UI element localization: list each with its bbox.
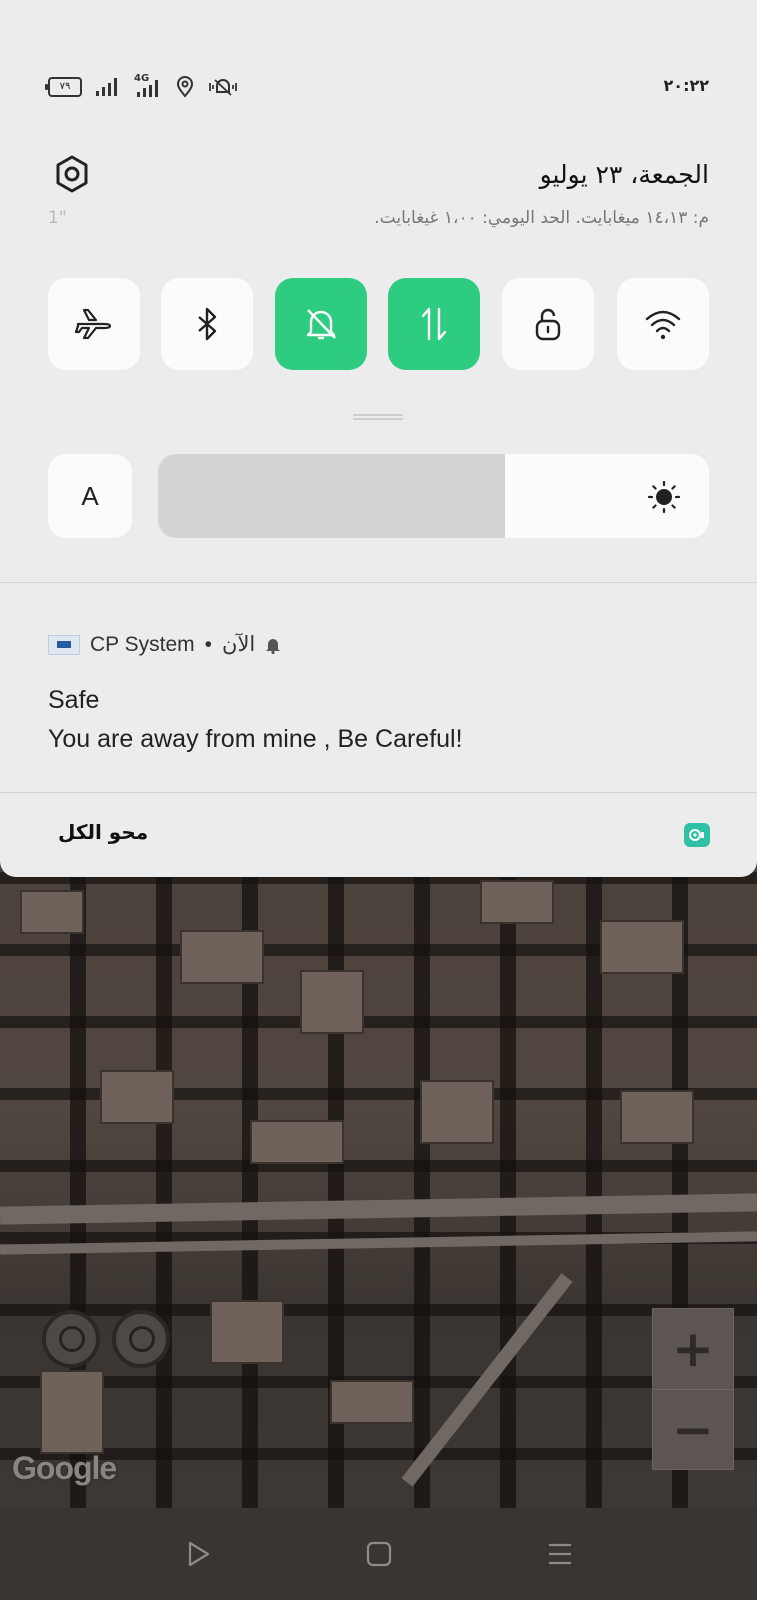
map-roundabout — [112, 1310, 170, 1368]
app-logo-icon — [48, 634, 80, 655]
status-time: ٢٠:٢٢ — [663, 76, 709, 95]
screen-record-icon — [689, 829, 704, 841]
brightness-slider-fill — [158, 454, 506, 538]
quick-settings-tiles — [48, 278, 709, 370]
map-building — [480, 880, 554, 924]
map-building — [600, 920, 684, 974]
map-building — [100, 1070, 174, 1124]
notification-header[interactable]: CP System • الآن — [48, 632, 281, 657]
map-building — [40, 1370, 104, 1454]
map-building — [20, 890, 84, 934]
wifi-icon — [645, 310, 681, 340]
auto-brightness-button[interactable]: A — [48, 454, 132, 538]
screen-record-button[interactable] — [684, 823, 710, 847]
map-building — [250, 1120, 344, 1164]
settings-button[interactable] — [52, 154, 92, 194]
notification-body[interactable]: You are away from mine , Be Careful! — [48, 725, 463, 754]
gear-icon — [56, 155, 88, 193]
signal-4g-icon: 4G — [134, 73, 164, 98]
home-square-icon — [366, 1541, 391, 1567]
zoom-out-button[interactable]: − — [653, 1390, 733, 1470]
notification-time: الآن — [222, 633, 256, 656]
map-road — [401, 1273, 573, 1487]
nav-recents-button[interactable] — [469, 1539, 650, 1569]
lock-icon — [535, 308, 561, 341]
map-building — [420, 1080, 494, 1144]
notification-shade: ٧٩ 4G ٢٠:٢٢ الجمعة، ٢٣ يوليو 1" م: ١٤،١٣… — [0, 0, 757, 877]
airplane-icon — [74, 308, 112, 340]
back-triangle-icon — [188, 1541, 209, 1567]
divider — [0, 582, 757, 583]
date-label: الجمعة، ٢٣ يوليو — [539, 160, 709, 189]
navigation-bar — [0, 1508, 757, 1600]
vibrate-icon — [209, 79, 237, 96]
data-usage-overflow: 1" — [48, 208, 67, 228]
map-roundabout — [42, 1310, 100, 1368]
bluetooth-icon — [198, 307, 217, 341]
tile-mobile-data[interactable] — [388, 278, 480, 370]
notification-title[interactable]: Safe — [48, 686, 99, 715]
sun-icon — [647, 480, 681, 514]
nav-back-button[interactable] — [107, 1539, 288, 1569]
map-building — [210, 1300, 284, 1364]
battery-level: ٧٩ — [59, 81, 71, 92]
bell-icon — [266, 638, 281, 654]
data-usage-label: م: ١٤،١٣ ميغابايت. الحد اليومي: ١،٠٠ غيغ… — [374, 208, 709, 228]
signal-icon — [96, 78, 117, 96]
tile-wifi[interactable] — [617, 278, 709, 370]
map-building — [330, 1380, 414, 1424]
zoom-controls: + − — [652, 1308, 734, 1470]
tile-bluetooth[interactable] — [161, 278, 253, 370]
map-building — [180, 930, 264, 984]
bell-off-icon — [306, 309, 336, 340]
data-arrows-icon — [421, 307, 447, 341]
clear-all-button[interactable]: محو الكل — [58, 820, 148, 844]
divider — [0, 792, 757, 793]
tile-rotation-lock[interactable] — [502, 278, 594, 370]
status-icons: ٧٩ 4G — [45, 73, 240, 98]
brightness-slider[interactable] — [158, 454, 709, 538]
nav-home-button[interactable] — [288, 1540, 469, 1568]
google-logo: Google — [12, 1450, 117, 1486]
app-name: CP System — [90, 632, 195, 656]
expand-handle[interactable] — [353, 414, 403, 420]
map-road — [0, 1231, 757, 1255]
menu-lines-icon — [548, 1543, 571, 1565]
map-building — [620, 1090, 694, 1144]
tile-airplane-mode[interactable] — [48, 278, 140, 370]
map-view[interactable] — [0, 820, 757, 1520]
zoom-in-button[interactable]: + — [653, 1309, 733, 1390]
map-building — [300, 970, 364, 1034]
map-road — [0, 1193, 757, 1225]
tile-silent-mode[interactable] — [275, 278, 367, 370]
location-icon — [176, 76, 194, 98]
separator-dot: • — [204, 632, 213, 656]
battery-icon: ٧٩ — [45, 77, 82, 97]
